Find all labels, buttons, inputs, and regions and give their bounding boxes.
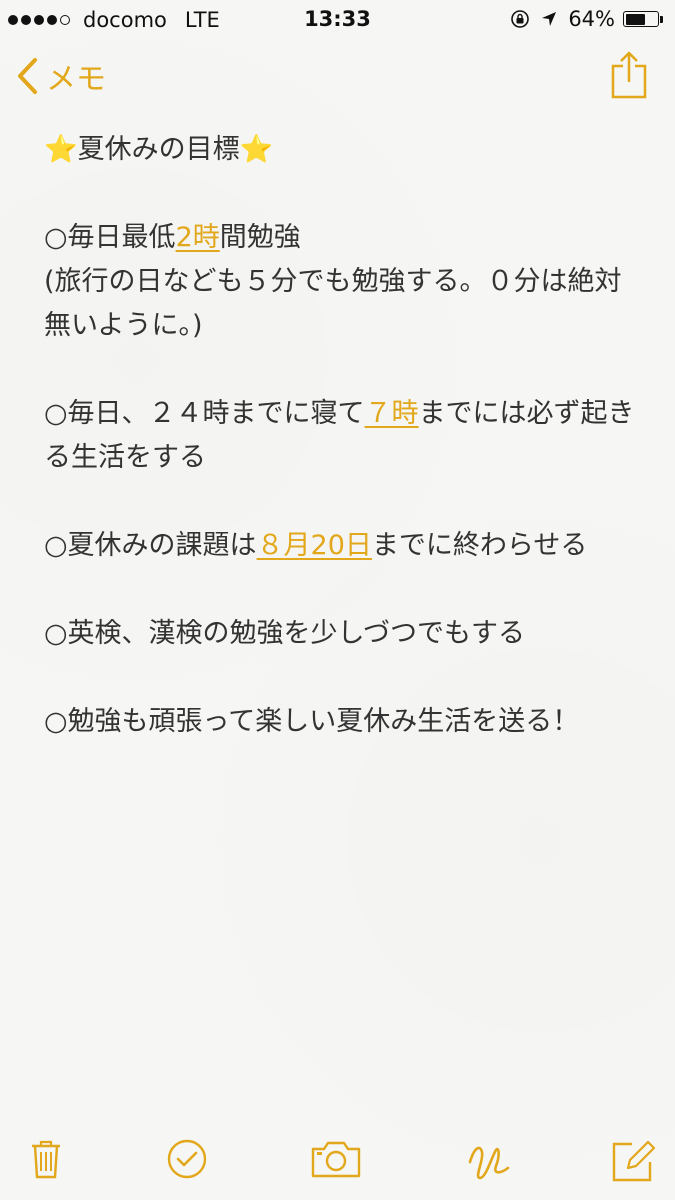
orientation-lock-icon bbox=[510, 9, 530, 29]
notes-app: docomo LTE 13:33 64% メモ ⭐夏休みの目標⭐ ○毎日最低2時… bbox=[0, 0, 675, 1200]
chevron-left-icon bbox=[18, 58, 37, 94]
item-text: 間勉強 bbox=[219, 222, 301, 253]
item-text: ○夏休みの課題は bbox=[44, 530, 257, 561]
time-link[interactable]: ７時 bbox=[365, 398, 419, 429]
checklist-icon bbox=[167, 1139, 207, 1179]
compose-icon bbox=[612, 1140, 656, 1182]
item-text: ○毎日、２４時までに寝て bbox=[44, 398, 365, 429]
camera-icon bbox=[311, 1141, 361, 1178]
trash-icon bbox=[32, 1140, 60, 1179]
note-item-exams: ○英検、漢検の勉強を少しづつでもする bbox=[44, 612, 644, 656]
status-right: 64% bbox=[510, 7, 663, 31]
note-item-fun: ○勉強も頑張って楽しい夏休み生活を送る！ bbox=[44, 700, 644, 744]
location-arrow-icon bbox=[540, 10, 558, 28]
back-button[interactable]: メモ bbox=[16, 54, 106, 98]
note-item-sleep: ○毎日、２４時までに寝て７時までには必ず起きる生活をする bbox=[44, 392, 644, 480]
note-body[interactable]: ⭐夏休みの目標⭐ ○毎日最低2時間勉強 (旅行の日なども５分でも勉強する。０分は… bbox=[44, 128, 644, 788]
note-item-study: ○毎日最低2時間勉強 (旅行の日なども５分でも勉強する。０分は絶対無いように。) bbox=[44, 216, 644, 348]
share-icon bbox=[611, 51, 647, 99]
item-text: までに終わらせる bbox=[371, 530, 588, 561]
status-bar: docomo LTE 13:33 64% bbox=[0, 0, 675, 40]
date-link[interactable]: ８月20日 bbox=[257, 530, 372, 561]
battery-percent: 64% bbox=[568, 7, 615, 31]
camera-button[interactable] bbox=[310, 1138, 362, 1184]
star-icon: ⭐ bbox=[44, 134, 78, 165]
time-link[interactable]: 2時 bbox=[176, 222, 220, 253]
checklist-button[interactable] bbox=[166, 1138, 208, 1184]
sketch-button[interactable] bbox=[466, 1138, 512, 1188]
item-text: ○英検、漢検の勉強を少しづつでもする bbox=[44, 618, 525, 649]
share-button[interactable] bbox=[609, 50, 649, 104]
item-text: ○毎日最低 bbox=[44, 222, 176, 253]
sketch-icon bbox=[468, 1146, 510, 1180]
item-subtext: (旅行の日なども５分でも勉強する。０分は絶対無いように。) bbox=[44, 266, 622, 341]
star-icon: ⭐ bbox=[239, 134, 274, 165]
note-title: ⭐夏休みの目標⭐ bbox=[44, 128, 644, 172]
note-title-text: 夏休みの目標 bbox=[77, 134, 240, 165]
note-item-homework: ○夏休みの課題は８月20日までに終わらせる bbox=[44, 524, 644, 568]
bottom-toolbar bbox=[0, 1130, 675, 1190]
item-text: ○勉強も頑張って楽しい夏休み生活を送る！ bbox=[44, 706, 580, 737]
compose-button[interactable] bbox=[610, 1138, 656, 1188]
battery-icon bbox=[623, 11, 663, 27]
back-label: メモ bbox=[46, 62, 106, 97]
delete-button[interactable] bbox=[30, 1138, 62, 1184]
nav-bar: メモ bbox=[0, 40, 675, 112]
